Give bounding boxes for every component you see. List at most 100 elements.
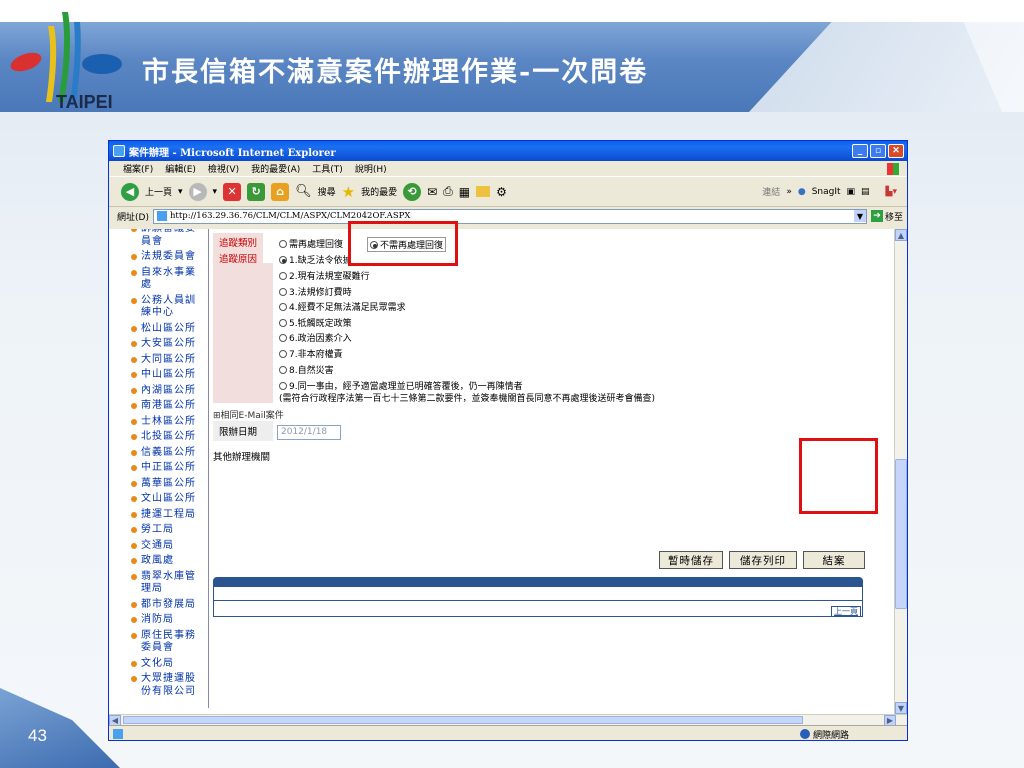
radio-icon[interactable] bbox=[279, 333, 287, 342]
menu-help[interactable]: 說明(H) bbox=[355, 162, 387, 175]
nav-item[interactable]: 大安區公所 bbox=[109, 338, 208, 351]
radio-icon[interactable] bbox=[279, 318, 287, 327]
nav-item[interactable]: 大同區公所 bbox=[109, 354, 208, 367]
favorites-label[interactable]: 我的最愛 bbox=[361, 185, 397, 198]
radio-icon[interactable] bbox=[279, 302, 287, 311]
restore-button[interactable]: ▫ bbox=[870, 144, 886, 158]
reason-option-7[interactable]: 7.非本府權責 bbox=[279, 347, 343, 360]
go-button[interactable]: ➔ 移至 bbox=[870, 210, 907, 223]
refresh-icon[interactable]: ↻ bbox=[247, 182, 266, 201]
nav-item[interactable]: 都市發展局 bbox=[109, 599, 208, 612]
edit-icon[interactable]: ▦ bbox=[459, 185, 470, 199]
reason-option-4[interactable]: 4.經費不足無法滿足民眾需求 bbox=[279, 300, 406, 313]
vertical-scrollbar[interactable]: ▲ ▼ bbox=[894, 229, 907, 714]
radio-icon[interactable] bbox=[279, 349, 287, 358]
back-dropdown-icon[interactable]: ▾ bbox=[178, 187, 183, 197]
nav-item[interactable]: 訴願審議委員會 bbox=[109, 229, 208, 248]
bullet-icon bbox=[131, 372, 137, 378]
nav-item[interactable]: 松山區公所 bbox=[109, 323, 208, 336]
menu-tools[interactable]: 工具(T) bbox=[312, 162, 343, 175]
nav-item[interactable]: 公務人員訓練中心 bbox=[109, 295, 208, 320]
radio-icon[interactable] bbox=[279, 381, 287, 390]
temp-save-button[interactable]: 暫時儲存 bbox=[659, 551, 723, 569]
back-label[interactable]: 上一頁 bbox=[145, 185, 172, 198]
nav-item[interactable]: 消防局 bbox=[109, 614, 208, 627]
reason-option-1[interactable]: 1.缺乏法令依據 bbox=[279, 253, 352, 266]
links-label[interactable]: 連結 bbox=[762, 185, 780, 198]
nav-item[interactable]: 信義區公所 bbox=[109, 447, 208, 460]
scroll-down-icon[interactable]: ▼ bbox=[895, 702, 907, 714]
nav-item[interactable]: 法規委員會 bbox=[109, 251, 208, 264]
nav-item[interactable]: 南港區公所 bbox=[109, 400, 208, 413]
nav-item[interactable]: 原住民事務委員會 bbox=[109, 630, 208, 655]
save-print-button[interactable]: 儲存列印 bbox=[729, 551, 797, 569]
nav-item-label: 捷運工程局 bbox=[141, 508, 196, 520]
print-icon[interactable]: ⎙ bbox=[443, 184, 453, 199]
nav-item[interactable]: 中山區公所 bbox=[109, 369, 208, 382]
home-icon[interactable]: ⌂ bbox=[271, 182, 290, 201]
reason-option-2[interactable]: 2.現有法規室礙難行 bbox=[279, 269, 370, 282]
h-scroll-thumb[interactable] bbox=[123, 716, 803, 724]
mail-icon[interactable]: ✉ bbox=[427, 185, 437, 199]
favorites-star-icon[interactable]: ★ bbox=[342, 183, 355, 201]
snagit-window-icon[interactable]: ▣ bbox=[847, 187, 856, 197]
address-input[interactable]: http://163.29.36.76/CLM/CLM/ASPX/CLM2042… bbox=[152, 208, 867, 224]
address-dropdown-icon[interactable]: ▼ bbox=[853, 210, 866, 222]
minimize-button[interactable]: _ bbox=[852, 144, 868, 158]
bullet-icon bbox=[131, 434, 137, 440]
search-label[interactable]: 搜尋 bbox=[318, 185, 336, 198]
scroll-thumb[interactable] bbox=[895, 459, 907, 609]
menu-file[interactable]: 檔案(F) bbox=[123, 162, 153, 175]
nav-item[interactable]: 大眾捷運股份有限公司 bbox=[109, 673, 208, 698]
radio-icon[interactable] bbox=[279, 365, 287, 374]
stop-icon[interactable]: ✕ bbox=[223, 182, 242, 201]
nav-item[interactable]: 自來水事業處 bbox=[109, 267, 208, 292]
nav-item-label: 訴願審議委員會 bbox=[141, 229, 195, 247]
reason-option-3[interactable]: 3.法規修訂費時 bbox=[279, 285, 352, 298]
menu-favorites[interactable]: 我的最愛(A) bbox=[251, 162, 300, 175]
reason-option-5[interactable]: 5.牴觸既定政策 bbox=[279, 316, 352, 329]
links-chevron-icon[interactable]: » bbox=[786, 187, 792, 197]
menu-edit[interactable]: 編輯(E) bbox=[165, 162, 196, 175]
back-arrow-icon[interactable]: ◀ bbox=[121, 182, 139, 201]
radio-icon[interactable] bbox=[279, 287, 287, 296]
nav-item[interactable]: 中正區公所 bbox=[109, 462, 208, 475]
nav-item[interactable]: 文山區公所 bbox=[109, 493, 208, 506]
close-case-button[interactable]: 結案 bbox=[803, 551, 865, 569]
messenger-icon[interactable]: ⚙ bbox=[496, 185, 507, 199]
folder-icon[interactable] bbox=[476, 186, 491, 197]
nav-item[interactable]: 萬華區公所 bbox=[109, 478, 208, 491]
deadline-input[interactable]: 2012/1/18 bbox=[277, 425, 341, 440]
nav-item[interactable]: 捷運工程局 bbox=[109, 509, 208, 522]
reason-option-8[interactable]: 8.自然災害 bbox=[279, 363, 334, 376]
radio-icon[interactable] bbox=[279, 271, 287, 280]
close-button[interactable]: ✕ bbox=[888, 144, 904, 158]
reason-option-6[interactable]: 6.政治因素介入 bbox=[279, 331, 352, 344]
search-icon[interactable]: 🔍︎ bbox=[295, 184, 312, 199]
scroll-up-icon[interactable]: ▲ bbox=[895, 229, 907, 241]
radio-icon[interactable] bbox=[279, 239, 287, 248]
snagit-icon[interactable]: ● bbox=[798, 187, 806, 197]
radio-selected-icon[interactable] bbox=[279, 255, 287, 264]
nav-item[interactable]: 文化局 bbox=[109, 658, 208, 671]
pdf-icon[interactable]: ▙▾ bbox=[886, 187, 897, 197]
bottom-back-link[interactable]: 上一頁 bbox=[831, 606, 861, 617]
forward-dropdown-icon[interactable]: ▾ bbox=[213, 187, 218, 197]
forward-arrow-icon[interactable]: ▶ bbox=[188, 182, 207, 201]
nav-item[interactable]: 交通局 bbox=[109, 540, 208, 553]
nav-item[interactable]: 北投區公所 bbox=[109, 431, 208, 444]
nav-item[interactable]: 政風處 bbox=[109, 555, 208, 568]
nav-item[interactable]: 士林區公所 bbox=[109, 416, 208, 429]
window-titlebar[interactable]: 案件辦理 - Microsoft Internet Explorer _ ▫ ✕ bbox=[109, 141, 907, 161]
snagit-capture-icon[interactable]: ▤ bbox=[861, 187, 870, 197]
nav-item[interactable]: 內湖區公所 bbox=[109, 385, 208, 398]
horizontal-scrollbar[interactable]: ◀ ▶ bbox=[109, 714, 907, 726]
email-case-toggle[interactable]: ⊞相同E-Mail案件 bbox=[213, 408, 284, 421]
nav-item[interactable]: 翡翠水庫管理局 bbox=[109, 571, 208, 596]
menu-view[interactable]: 檢視(V) bbox=[208, 162, 239, 175]
history-icon[interactable]: ⟲ bbox=[403, 182, 422, 201]
nav-item[interactable]: 勞工局 bbox=[109, 524, 208, 537]
track-type-option-1[interactable]: 需再處理回復 bbox=[279, 237, 343, 250]
nav-item-label: 自來水事業處 bbox=[141, 266, 196, 291]
snagit-label[interactable]: SnagIt bbox=[812, 187, 841, 197]
